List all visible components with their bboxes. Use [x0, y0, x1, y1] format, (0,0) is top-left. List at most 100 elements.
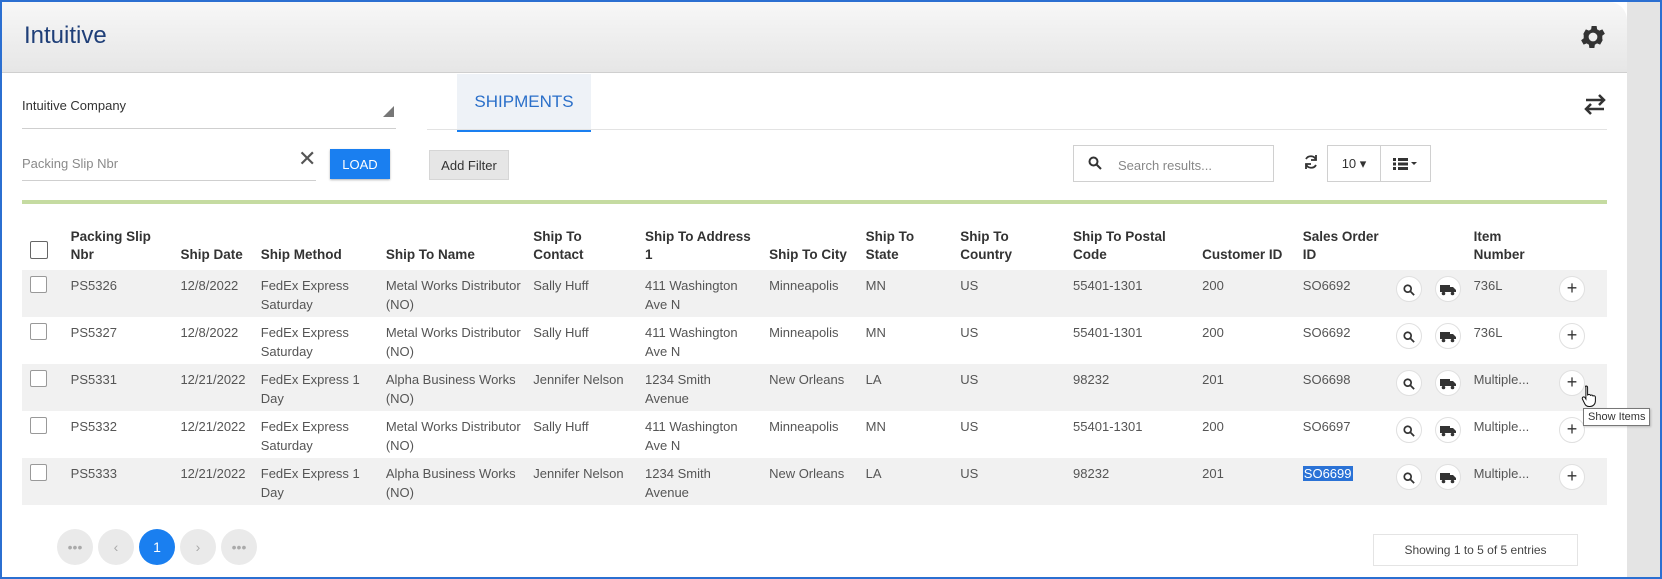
expand-cell: + — [1551, 317, 1607, 364]
packing-slip-input[interactable] — [22, 146, 316, 181]
truck-icon[interactable] — [1434, 276, 1461, 302]
column-header[interactable]: Ship To Postal Code — [1065, 222, 1194, 270]
row-checkbox[interactable] — [30, 276, 47, 293]
ship-date-cell: 12/21/2022 — [172, 364, 253, 411]
city-cell: Minneapolis — [761, 270, 858, 317]
postal-code-cell: 55401-1301 — [1065, 270, 1195, 317]
column-header[interactable]: Customer ID — [1194, 222, 1295, 270]
actions-header — [1427, 222, 1466, 270]
prev-page-button[interactable]: ‹ — [98, 529, 134, 565]
app-header: Intuitive — [2, 2, 1627, 73]
city-cell: Minneapolis — [769, 419, 839, 434]
row-checkbox[interactable] — [30, 323, 47, 340]
column-header[interactable]: Ship To Name — [378, 222, 525, 270]
expand-cell: + — [1550, 458, 1607, 505]
row-checkbox[interactable] — [30, 417, 47, 434]
table-row[interactable]: PS5327 12/8/2022 FedEx Express Saturday Met… — [22, 317, 1607, 364]
view-cell — [1388, 364, 1427, 411]
actions-header — [1388, 222, 1427, 270]
add-filter-button[interactable]: Add Filter — [429, 150, 509, 180]
truck-icon[interactable] — [1434, 417, 1461, 443]
search-icon[interactable] — [1396, 464, 1423, 490]
country-cell: US — [952, 458, 1066, 505]
contact-cell: Sally Huff — [533, 419, 589, 434]
search-icon[interactable] — [1396, 323, 1423, 349]
plus-icon[interactable]: + — [1558, 323, 1585, 349]
page-size-select[interactable]: 10 ▾ — [1327, 145, 1381, 182]
postal-code-cell: 55401-1301 — [1073, 419, 1143, 434]
table-row[interactable]: PS5332 12/21/2022 FedEx Express Saturday Me… — [22, 411, 1607, 458]
item-number-cell: Multiple... — [1473, 419, 1530, 434]
column-header[interactable]: Ship Method — [253, 222, 378, 270]
table-row[interactable]: PS5331 12/21/2022 FedEx Express 1 Day Alpha… — [22, 364, 1607, 411]
column-header[interactable]: Ship Date — [172, 222, 252, 270]
country-cell: US — [960, 325, 979, 340]
truck-icon[interactable] — [1434, 323, 1461, 349]
entries-info: Showing 1 to 5 of 5 entries — [1373, 534, 1578, 566]
customer-id-cell: 201 — [1194, 364, 1295, 411]
company-select[interactable]: Intuitive Company — [22, 98, 396, 129]
gear-icon[interactable] — [1578, 22, 1608, 52]
table-row[interactable]: PS5333 12/21/2022 FedEx Express 1 Day Alpha… — [22, 458, 1607, 505]
truck-icon[interactable] — [1434, 464, 1461, 490]
last-page-button[interactable]: ••• — [221, 529, 257, 565]
page-1-button[interactable]: 1 — [139, 529, 175, 565]
search-box[interactable] — [1073, 145, 1274, 182]
table-top-divider — [22, 200, 1607, 204]
select-all-checkbox[interactable] — [30, 241, 48, 259]
address-cell: 411 Washington Ave N — [645, 419, 738, 453]
plus-icon[interactable]: + — [1558, 464, 1585, 490]
search-input[interactable] — [1116, 154, 1270, 176]
column-header[interactable]: Ship To State — [858, 222, 953, 270]
ship-method-cell: FedEx Express Saturday — [252, 270, 378, 317]
track-cell — [1427, 411, 1466, 458]
plus-icon[interactable]: + — [1558, 417, 1585, 443]
address-cell: 1234 Smith Avenue — [637, 458, 762, 505]
swap-icon[interactable] — [1582, 92, 1608, 116]
column-header[interactable]: Sales Order ID — [1295, 222, 1389, 270]
contact-cell: Sally Huff — [525, 270, 638, 317]
search-icon[interactable] — [1396, 417, 1423, 443]
city-cell: New Orleans — [761, 458, 858, 505]
customer-id-cell: 200 — [1202, 325, 1224, 340]
ship-date-cell: 12/21/2022 — [180, 419, 246, 434]
search-icon[interactable] — [1396, 276, 1423, 302]
item-number-cell: 736L — [1473, 325, 1503, 340]
tab-shipments[interactable]: SHIPMENTS — [457, 74, 591, 132]
ship-to-name-cell: Metal Works Distributor (NO) — [385, 419, 521, 453]
item-number-cell: 736L — [1465, 270, 1551, 317]
clear-icon[interactable]: ✕ — [298, 148, 316, 170]
app-window: Intuitive Intuitive Company ✕ LOAD SHIPM… — [0, 0, 1662, 579]
row-checkbox[interactable] — [30, 464, 47, 481]
search-icon — [1088, 156, 1102, 170]
column-header[interactable]: Ship To City — [761, 222, 858, 270]
list-view-button[interactable] — [1380, 145, 1431, 182]
refresh-icon[interactable] — [1303, 154, 1319, 170]
row-checkbox[interactable] — [30, 370, 47, 387]
ship-date-cell: 12/8/2022 — [172, 270, 253, 317]
table-row[interactable]: PS5326 12/8/2022 FedEx Express Saturday Met… — [22, 270, 1607, 317]
country-cell: US — [960, 419, 979, 434]
plus-icon[interactable]: + — [1558, 276, 1585, 302]
next-page-button[interactable]: › — [180, 529, 216, 565]
column-header[interactable]: Ship To Country — [952, 222, 1065, 270]
dropdown-corner-icon — [383, 106, 394, 117]
column-header[interactable]: Item Number — [1466, 222, 1551, 270]
first-page-button[interactable]: ••• — [57, 529, 93, 565]
truck-icon[interactable] — [1434, 370, 1461, 396]
company-value: Intuitive Company — [22, 98, 127, 113]
view-cell — [1388, 317, 1427, 364]
track-cell — [1426, 458, 1466, 505]
table-header-row: Packing Slip Nbr Ship Date Ship Method S… — [22, 222, 1607, 270]
postal-code-cell: 98232 — [1065, 364, 1195, 411]
column-header[interactable]: Ship To Address 1 — [637, 222, 761, 270]
state-cell: LA — [857, 364, 953, 411]
contact-cell: Sally Huff — [533, 325, 589, 340]
column-header[interactable]: Packing Slip Nbr — [63, 222, 173, 270]
row-select-cell — [22, 411, 63, 458]
load-button[interactable]: LOAD — [330, 149, 390, 179]
search-icon[interactable] — [1396, 370, 1423, 396]
column-header[interactable]: Ship To Contact — [525, 222, 637, 270]
ship-to-name-cell: Alpha Business Works (NO) — [377, 364, 526, 411]
state-cell: MN — [865, 419, 886, 434]
